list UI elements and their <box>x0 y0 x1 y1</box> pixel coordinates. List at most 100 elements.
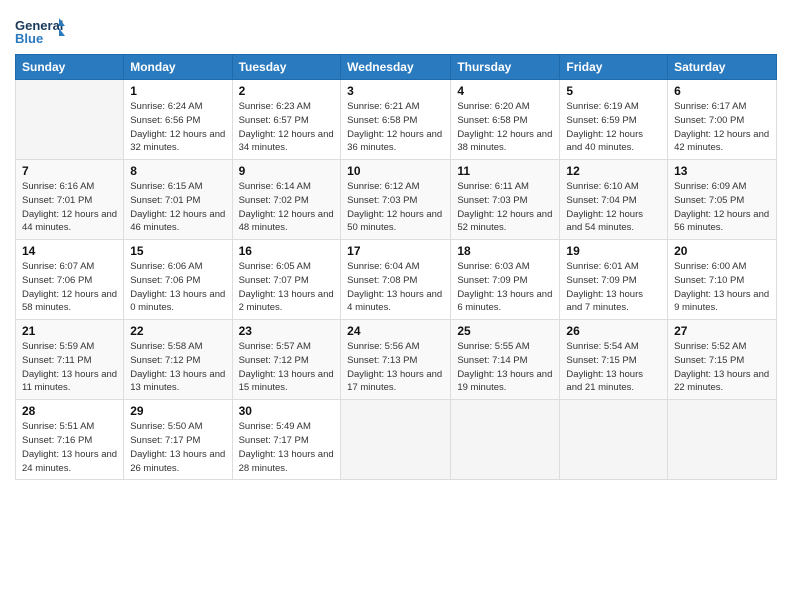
day-info: Sunrise: 6:21 AMSunset: 6:58 PMDaylight:… <box>347 101 442 153</box>
day-number: 14 <box>22 244 117 258</box>
day-number: 29 <box>130 404 225 418</box>
day-info: Sunrise: 5:49 AMSunset: 7:17 PMDaylight:… <box>239 421 334 473</box>
day-info: Sunrise: 6:10 AMSunset: 7:04 PMDaylight:… <box>566 181 643 233</box>
day-info: Sunrise: 6:15 AMSunset: 7:01 PMDaylight:… <box>130 181 225 233</box>
day-number: 30 <box>239 404 335 418</box>
day-info: Sunrise: 6:20 AMSunset: 6:58 PMDaylight:… <box>457 101 552 153</box>
day-number: 8 <box>130 164 225 178</box>
day-info: Sunrise: 6:24 AMSunset: 6:56 PMDaylight:… <box>130 101 225 153</box>
calendar-cell: 1 Sunrise: 6:24 AMSunset: 6:56 PMDayligh… <box>124 80 232 160</box>
calendar-cell: 28 Sunrise: 5:51 AMSunset: 7:16 PMDaylig… <box>16 400 124 480</box>
day-info: Sunrise: 5:54 AMSunset: 7:15 PMDaylight:… <box>566 341 643 393</box>
day-number: 24 <box>347 324 444 338</box>
day-info: Sunrise: 5:55 AMSunset: 7:14 PMDaylight:… <box>457 341 552 393</box>
calendar-cell: 10 Sunrise: 6:12 AMSunset: 7:03 PMDaylig… <box>341 160 451 240</box>
calendar-cell: 18 Sunrise: 6:03 AMSunset: 7:09 PMDaylig… <box>451 240 560 320</box>
day-info: Sunrise: 6:16 AMSunset: 7:01 PMDaylight:… <box>22 181 117 233</box>
calendar-cell: 30 Sunrise: 5:49 AMSunset: 7:17 PMDaylig… <box>232 400 341 480</box>
day-number: 4 <box>457 84 553 98</box>
day-info: Sunrise: 5:51 AMSunset: 7:16 PMDaylight:… <box>22 421 117 473</box>
day-number: 7 <box>22 164 117 178</box>
day-number: 5 <box>566 84 661 98</box>
day-info: Sunrise: 6:04 AMSunset: 7:08 PMDaylight:… <box>347 261 442 313</box>
day-number: 26 <box>566 324 661 338</box>
calendar-cell: 15 Sunrise: 6:06 AMSunset: 7:06 PMDaylig… <box>124 240 232 320</box>
calendar-cell: 22 Sunrise: 5:58 AMSunset: 7:12 PMDaylig… <box>124 320 232 400</box>
day-info: Sunrise: 6:07 AMSunset: 7:06 PMDaylight:… <box>22 261 117 313</box>
day-number: 12 <box>566 164 661 178</box>
calendar-cell: 5 Sunrise: 6:19 AMSunset: 6:59 PMDayligh… <box>560 80 668 160</box>
day-number: 3 <box>347 84 444 98</box>
day-number: 11 <box>457 164 553 178</box>
calendar-cell: 29 Sunrise: 5:50 AMSunset: 7:17 PMDaylig… <box>124 400 232 480</box>
day-number: 27 <box>674 324 770 338</box>
calendar-week-3: 14 Sunrise: 6:07 AMSunset: 7:06 PMDaylig… <box>16 240 777 320</box>
day-number: 13 <box>674 164 770 178</box>
calendar-cell <box>668 400 777 480</box>
calendar-table: SundayMondayTuesdayWednesdayThursdayFrid… <box>15 54 777 480</box>
calendar-cell: 11 Sunrise: 6:11 AMSunset: 7:03 PMDaylig… <box>451 160 560 240</box>
day-number: 19 <box>566 244 661 258</box>
day-number: 15 <box>130 244 225 258</box>
day-info: Sunrise: 5:56 AMSunset: 7:13 PMDaylight:… <box>347 341 442 393</box>
calendar-week-4: 21 Sunrise: 5:59 AMSunset: 7:11 PMDaylig… <box>16 320 777 400</box>
day-info: Sunrise: 6:01 AMSunset: 7:09 PMDaylight:… <box>566 261 643 313</box>
day-info: Sunrise: 5:57 AMSunset: 7:12 PMDaylight:… <box>239 341 334 393</box>
calendar-cell <box>560 400 668 480</box>
day-header-thursday: Thursday <box>451 55 560 80</box>
day-number: 17 <box>347 244 444 258</box>
calendar-cell <box>451 400 560 480</box>
calendar-week-2: 7 Sunrise: 6:16 AMSunset: 7:01 PMDayligh… <box>16 160 777 240</box>
calendar-cell: 4 Sunrise: 6:20 AMSunset: 6:58 PMDayligh… <box>451 80 560 160</box>
calendar-cell: 23 Sunrise: 5:57 AMSunset: 7:12 PMDaylig… <box>232 320 341 400</box>
calendar-cell: 19 Sunrise: 6:01 AMSunset: 7:09 PMDaylig… <box>560 240 668 320</box>
day-info: Sunrise: 5:59 AMSunset: 7:11 PMDaylight:… <box>22 341 117 393</box>
day-header-wednesday: Wednesday <box>341 55 451 80</box>
day-number: 1 <box>130 84 225 98</box>
calendar-body: 1 Sunrise: 6:24 AMSunset: 6:56 PMDayligh… <box>16 80 777 480</box>
day-number: 22 <box>130 324 225 338</box>
day-info: Sunrise: 6:09 AMSunset: 7:05 PMDaylight:… <box>674 181 769 233</box>
calendar-cell: 25 Sunrise: 5:55 AMSunset: 7:14 PMDaylig… <box>451 320 560 400</box>
day-header-friday: Friday <box>560 55 668 80</box>
day-info: Sunrise: 6:11 AMSunset: 7:03 PMDaylight:… <box>457 181 552 233</box>
calendar-cell: 21 Sunrise: 5:59 AMSunset: 7:11 PMDaylig… <box>16 320 124 400</box>
day-info: Sunrise: 5:52 AMSunset: 7:15 PMDaylight:… <box>674 341 769 393</box>
day-number: 25 <box>457 324 553 338</box>
day-info: Sunrise: 6:23 AMSunset: 6:57 PMDaylight:… <box>239 101 334 153</box>
logo-icon: General Blue <box>15 14 65 46</box>
calendar-cell: 7 Sunrise: 6:16 AMSunset: 7:01 PMDayligh… <box>16 160 124 240</box>
day-header-sunday: Sunday <box>16 55 124 80</box>
calendar-cell <box>341 400 451 480</box>
day-number: 20 <box>674 244 770 258</box>
calendar-cell: 27 Sunrise: 5:52 AMSunset: 7:15 PMDaylig… <box>668 320 777 400</box>
calendar-week-1: 1 Sunrise: 6:24 AMSunset: 6:56 PMDayligh… <box>16 80 777 160</box>
calendar-cell: 20 Sunrise: 6:00 AMSunset: 7:10 PMDaylig… <box>668 240 777 320</box>
page-header: General Blue <box>15 10 777 46</box>
calendar-cell: 16 Sunrise: 6:05 AMSunset: 7:07 PMDaylig… <box>232 240 341 320</box>
day-number: 9 <box>239 164 335 178</box>
calendar-cell: 17 Sunrise: 6:04 AMSunset: 7:08 PMDaylig… <box>341 240 451 320</box>
day-info: Sunrise: 6:05 AMSunset: 7:07 PMDaylight:… <box>239 261 334 313</box>
day-header-tuesday: Tuesday <box>232 55 341 80</box>
svg-text:Blue: Blue <box>15 31 43 46</box>
calendar-week-5: 28 Sunrise: 5:51 AMSunset: 7:16 PMDaylig… <box>16 400 777 480</box>
day-number: 23 <box>239 324 335 338</box>
day-number: 2 <box>239 84 335 98</box>
calendar-cell: 12 Sunrise: 6:10 AMSunset: 7:04 PMDaylig… <box>560 160 668 240</box>
calendar-cell <box>16 80 124 160</box>
day-header-monday: Monday <box>124 55 232 80</box>
calendar-cell: 8 Sunrise: 6:15 AMSunset: 7:01 PMDayligh… <box>124 160 232 240</box>
calendar-cell: 24 Sunrise: 5:56 AMSunset: 7:13 PMDaylig… <box>341 320 451 400</box>
calendar-cell: 26 Sunrise: 5:54 AMSunset: 7:15 PMDaylig… <box>560 320 668 400</box>
day-info: Sunrise: 5:50 AMSunset: 7:17 PMDaylight:… <box>130 421 225 473</box>
day-info: Sunrise: 6:17 AMSunset: 7:00 PMDaylight:… <box>674 101 769 153</box>
calendar-cell: 13 Sunrise: 6:09 AMSunset: 7:05 PMDaylig… <box>668 160 777 240</box>
day-info: Sunrise: 6:03 AMSunset: 7:09 PMDaylight:… <box>457 261 552 313</box>
day-number: 6 <box>674 84 770 98</box>
day-info: Sunrise: 6:19 AMSunset: 6:59 PMDaylight:… <box>566 101 643 153</box>
day-number: 21 <box>22 324 117 338</box>
day-number: 28 <box>22 404 117 418</box>
day-number: 18 <box>457 244 553 258</box>
day-info: Sunrise: 6:00 AMSunset: 7:10 PMDaylight:… <box>674 261 769 313</box>
